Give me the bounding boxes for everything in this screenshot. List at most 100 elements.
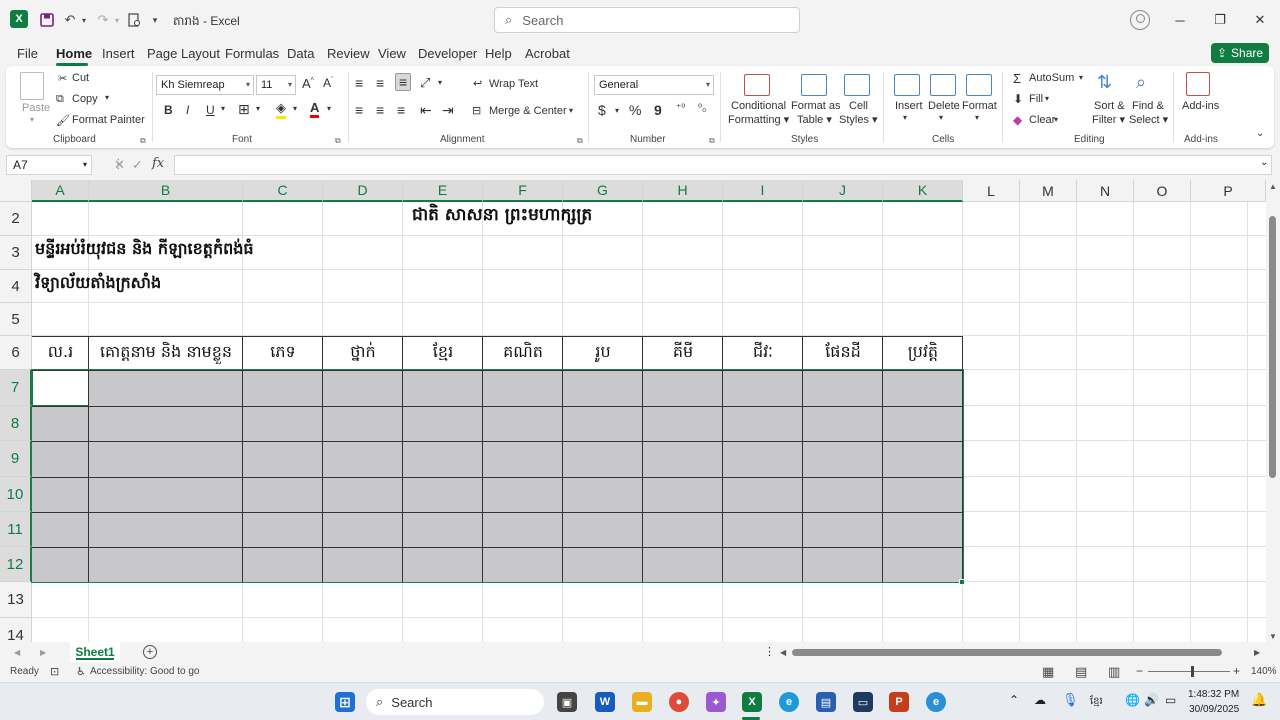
tab-home[interactable]: Home — [56, 46, 92, 61]
undo-icon[interactable]: ↶ — [62, 10, 78, 30]
merge-center-button[interactable]: Merge & Center — [489, 105, 567, 117]
add-sheet-icon[interactable]: + — [143, 645, 157, 659]
cell-styles-button[interactable]: Cell — [849, 100, 868, 112]
column-header-b[interactable]: B — [89, 180, 243, 202]
copy-button[interactable]: Copy — [72, 93, 98, 105]
row-header-2[interactable]: 2 — [0, 202, 32, 236]
insert-cells-button[interactable]: Insert — [895, 100, 923, 112]
currency-dropdown-icon[interactable]: ▾ — [615, 106, 619, 115]
column-header-l[interactable]: L — [963, 180, 1020, 202]
font-size-select[interactable]: 11 ▾ — [256, 75, 296, 95]
format-painter-button[interactable]: Format Painter — [72, 114, 145, 126]
borders-icon[interactable]: ⊞ — [238, 101, 250, 118]
cancel-entry-icon[interactable]: ✕ — [114, 157, 125, 173]
alignment-launcher-icon[interactable]: ⧉ — [577, 136, 583, 146]
copilot-icon[interactable]: ✦ — [706, 692, 726, 712]
column-header-h[interactable]: H — [643, 180, 723, 202]
restore-button[interactable]: ❐ — [1208, 8, 1232, 32]
column-header-m[interactable]: M — [1020, 180, 1077, 202]
orientation-icon[interactable]: ⤢ — [420, 75, 430, 91]
volume-icon[interactable]: 🔊 — [1144, 693, 1159, 707]
vertical-scroll-thumb[interactable] — [1269, 216, 1276, 478]
find-select-button[interactable]: Find & — [1132, 100, 1164, 112]
tab-acrobat[interactable]: Acrobat — [525, 46, 570, 61]
row-header-11[interactable]: 11 — [0, 512, 32, 547]
macro-record-icon[interactable]: ⊡ — [50, 665, 59, 678]
insert-dropdown-icon[interactable]: ▾ — [903, 113, 907, 122]
word-app-icon[interactable]: W — [595, 692, 615, 712]
language-indicator[interactable]: ខ្មែរ — [1090, 694, 1103, 709]
font-launcher-icon[interactable]: ⧉ — [335, 136, 341, 146]
column-header-d[interactable]: D — [323, 180, 403, 202]
zoom-out-icon[interactable]: − — [1136, 664, 1143, 678]
percent-icon[interactable]: % — [629, 102, 641, 118]
clear-button[interactable]: Clear — [1029, 114, 1055, 126]
decrease-decimal-icon[interactable]: ⁰₀ — [698, 103, 706, 114]
number-format-select[interactable]: General ▾ — [594, 75, 714, 95]
find-select-button-line2[interactable]: Select ▾ — [1129, 113, 1168, 126]
column-header-o[interactable]: O — [1134, 180, 1191, 202]
column-header-j[interactable]: J — [803, 180, 883, 202]
cloud-icon[interactable]: ☁ — [1034, 693, 1046, 707]
add-ins-button[interactable]: Add-ins — [1182, 100, 1219, 112]
tab-review[interactable]: Review — [327, 46, 370, 61]
microphone-icon[interactable]: 🎙 — [1062, 692, 1079, 708]
prev-sheet-icon[interactable]: ◀ — [14, 648, 20, 657]
delete-cells-button[interactable]: Delete — [928, 100, 960, 112]
increase-decimal-icon[interactable]: ⁺⁰ — [676, 103, 685, 114]
scroll-right-icon[interactable]: ▶ — [1254, 648, 1260, 657]
delete-dropdown-icon[interactable]: ▾ — [939, 113, 943, 122]
row-header-12[interactable]: 12 — [0, 547, 32, 582]
merge-dropdown-icon[interactable]: ▾ — [569, 106, 573, 115]
worksheet-grid[interactable]: A B C D E F G H I J K L M N O P 2 3 4 5 … — [0, 180, 1266, 642]
print-preview-icon[interactable] — [127, 10, 141, 30]
fill-dropdown-icon[interactable]: ▾ — [1045, 94, 1049, 103]
column-header-e[interactable]: E — [403, 180, 483, 202]
align-center-icon[interactable]: ≡ — [376, 102, 384, 118]
battery-icon[interactable]: ▭ — [1165, 693, 1176, 707]
close-button[interactable]: ✕ — [1248, 8, 1272, 32]
cut-button[interactable]: Cut — [72, 72, 89, 84]
account-avatar-icon[interactable] — [1130, 10, 1150, 30]
table-header-no[interactable]: ល.រ — [32, 336, 89, 370]
taskbar-search[interactable]: ⌕ Search — [366, 689, 544, 715]
row-header-9[interactable]: 9 — [0, 441, 32, 477]
collapse-ribbon-icon[interactable]: ⌄ — [1256, 128, 1264, 139]
comma-style-icon[interactable]: 9 — [654, 102, 662, 118]
sort-filter-button[interactable]: Sort & — [1094, 100, 1125, 112]
table-header-math[interactable]: គណិត — [483, 336, 563, 370]
table-header-gender[interactable]: ភេទ — [243, 336, 323, 370]
paste-icon[interactable] — [20, 72, 44, 100]
paste-button[interactable]: Paste — [22, 102, 50, 114]
column-header-c[interactable]: C — [243, 180, 323, 202]
row-header-4[interactable]: 4 — [0, 270, 32, 303]
terminal-icon[interactable]: ▭ — [853, 692, 873, 712]
font-name-select[interactable]: Kh Siemreap ▾ — [156, 75, 254, 95]
tab-developer[interactable]: Developer — [418, 46, 477, 61]
row-header-6[interactable]: 6 — [0, 336, 32, 370]
increase-indent-icon[interactable]: ⇥ — [442, 102, 454, 119]
file-explorer-icon[interactable]: ▬ — [632, 692, 652, 712]
formula-input[interactable] — [174, 155, 1272, 175]
insert-function-button[interactable]: fx — [152, 156, 164, 171]
zoom-in-icon[interactable]: + — [1233, 664, 1240, 678]
tab-insert[interactable]: Insert — [102, 46, 135, 61]
scroll-up-icon[interactable]: ▲ — [1269, 182, 1277, 191]
cell-styles-button-line2[interactable]: Styles ▾ — [839, 113, 878, 126]
edge-beta-icon[interactable]: e — [926, 692, 946, 712]
notifications-icon[interactable]: 🔔 — [1251, 692, 1267, 708]
fill-handle[interactable] — [959, 579, 965, 585]
table-header-history[interactable]: ប្រវត្តិ — [883, 336, 963, 370]
scroll-left-icon[interactable]: ◀ — [780, 648, 786, 657]
table-header-khmer[interactable]: ខ្មែរ — [403, 336, 483, 370]
autosum-button[interactable]: AutoSum — [1029, 72, 1074, 84]
row-header-3[interactable]: 3 — [0, 236, 32, 270]
share-button[interactable]: ⇪ Share — [1211, 43, 1269, 63]
format-dropdown-icon[interactable]: ▾ — [975, 113, 979, 122]
table-header-earth-science[interactable]: ផែនដី — [803, 336, 883, 370]
format-as-table-button-line2[interactable]: Table ▾ — [797, 113, 832, 126]
powerpoint-icon[interactable]: P — [889, 692, 909, 712]
row-header-14[interactable]: 14 — [0, 618, 32, 642]
row-header-8[interactable]: 8 — [0, 406, 32, 441]
zoom-slider-thumb[interactable] — [1191, 666, 1194, 677]
